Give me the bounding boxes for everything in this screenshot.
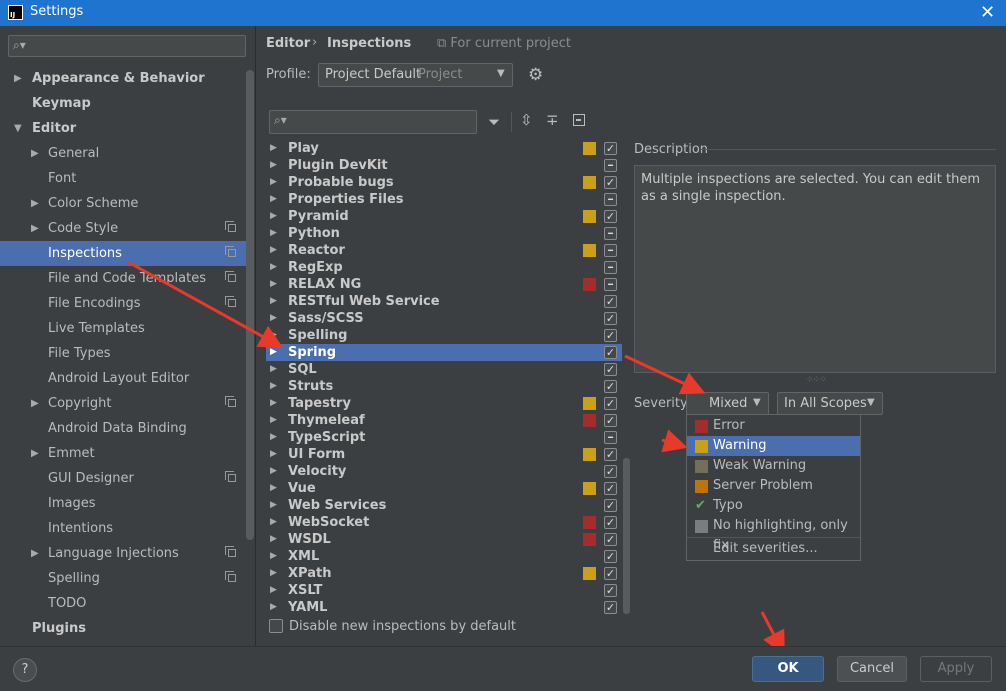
apply-button[interactable]: Apply	[920, 656, 992, 682]
ok-button[interactable]: OK	[752, 656, 824, 682]
cancel-button[interactable]: Cancel	[837, 656, 907, 682]
help-button[interactable]: ?	[13, 658, 37, 682]
annotation-arrows	[127, 260, 785, 656]
annotation-arrow	[760, 611, 785, 656]
annotation-arrow	[127, 260, 284, 348]
annotation-arrow	[624, 354, 706, 395]
annotation-arrow	[661, 429, 688, 453]
